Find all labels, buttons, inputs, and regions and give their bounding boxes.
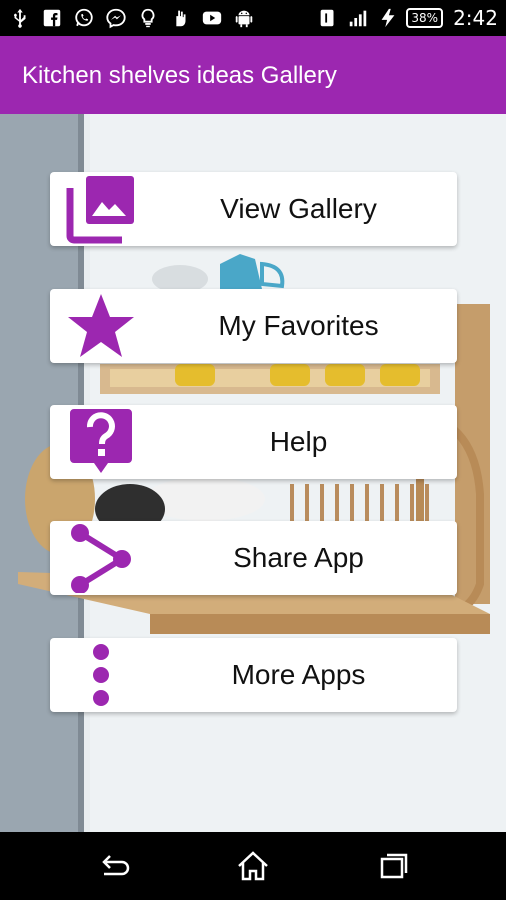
messenger-icon (104, 6, 128, 30)
gallery-icon (66, 174, 136, 244)
home-icon (238, 851, 268, 881)
signal-icon (346, 6, 370, 30)
share-app-button[interactable]: Share App (50, 521, 457, 595)
clock: 2:42 (453, 6, 498, 30)
lightbulb-icon (136, 6, 160, 30)
android-icon (232, 6, 256, 30)
app-bar: Kitchen shelves ideas Gallery (0, 36, 506, 114)
back-button[interactable] (94, 846, 134, 886)
usb-icon (8, 6, 32, 30)
star-icon (66, 291, 136, 361)
my-favorites-button[interactable]: My Favorites (50, 289, 457, 363)
sim-icon (316, 6, 340, 30)
home-button[interactable] (233, 846, 273, 886)
more-apps-button[interactable]: More Apps (50, 638, 457, 712)
share-icon (66, 523, 136, 593)
charging-icon (376, 6, 400, 30)
recents-icon (380, 853, 408, 879)
whatsapp-icon (72, 6, 96, 30)
youtube-icon (200, 6, 224, 30)
hand-icon (168, 6, 192, 30)
system-icons: 38% 2:42 (316, 6, 498, 30)
status-bar: 38% 2:42 (0, 0, 506, 36)
notification-icons (8, 6, 256, 30)
app-title: Kitchen shelves ideas Gallery (22, 62, 337, 89)
recents-button[interactable] (374, 846, 414, 886)
facebook-icon (40, 6, 64, 30)
help-button[interactable]: Help (50, 405, 457, 479)
my-favorites-label: My Favorites (218, 310, 379, 341)
share-app-label: Share App (233, 542, 364, 573)
back-icon (102, 855, 130, 876)
more-apps-label: More Apps (231, 659, 366, 690)
view-gallery-label: View Gallery (220, 193, 377, 224)
view-gallery-button[interactable]: View Gallery (50, 172, 457, 246)
help-icon (66, 407, 136, 477)
more-vertical-icon (66, 640, 136, 710)
help-label: Help (269, 426, 328, 457)
navigation-bar (0, 832, 506, 900)
battery-indicator: 38% (406, 8, 444, 28)
